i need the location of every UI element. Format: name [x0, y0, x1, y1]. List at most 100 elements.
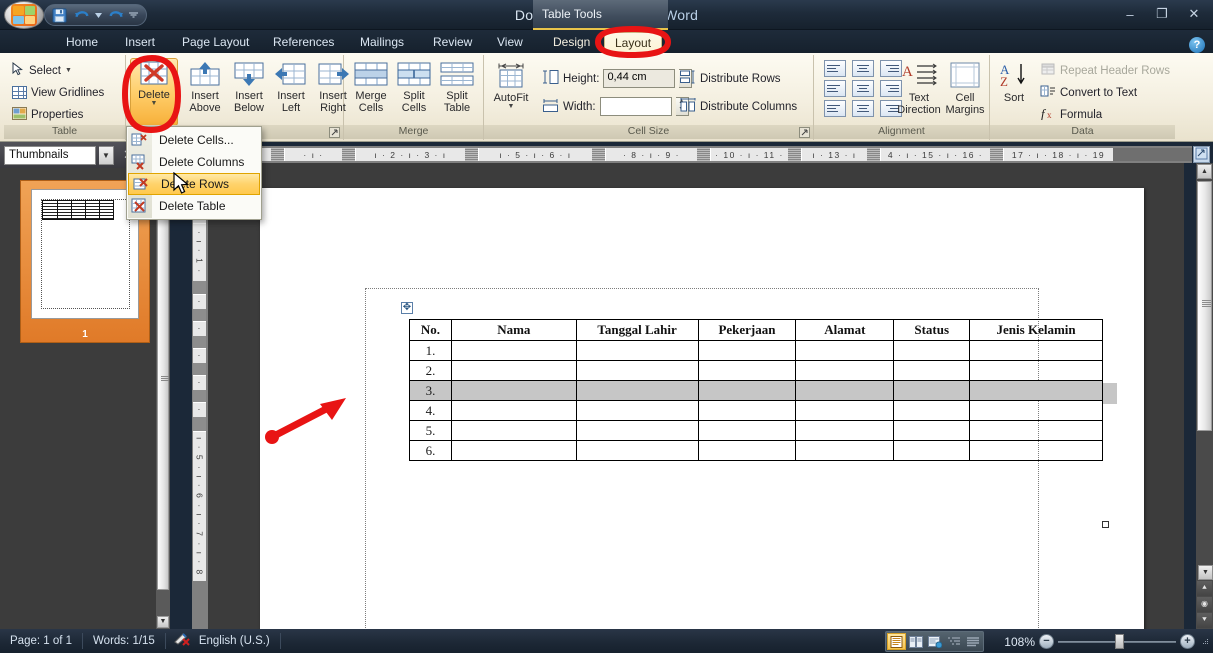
help-icon[interactable]: ?	[1189, 37, 1205, 53]
table-cell[interactable]	[450, 440, 577, 461]
split-cells-button[interactable]: Split Cells	[391, 60, 437, 114]
delete-dropdown-menu[interactable]: Delete Cells... Delete Columns Delete Ro…	[126, 126, 262, 220]
align-top-center-button[interactable]	[852, 60, 874, 77]
previous-page-button[interactable]: ⯅	[1197, 581, 1212, 596]
scrollbar-thumb[interactable]	[1197, 181, 1212, 431]
menu-item-delete-rows[interactable]: Delete Rows	[128, 173, 260, 195]
tab-stop-marker[interactable]	[867, 148, 880, 161]
zoom-slider[interactable]	[1058, 633, 1176, 649]
select-browse-object-button[interactable]: ◉	[1197, 597, 1212, 612]
table-row-selected[interactable]: 3.	[409, 380, 1103, 401]
table-cell[interactable]	[575, 420, 699, 441]
draft-icon[interactable]	[963, 633, 982, 650]
table-move-handle-icon[interactable]: ✥	[401, 302, 413, 314]
table-cell[interactable]	[697, 360, 797, 381]
table-cell[interactable]	[575, 360, 699, 381]
status-language[interactable]: English (U.S.)	[199, 633, 270, 649]
zoom-slider-handle[interactable]	[1115, 633, 1124, 649]
table-cell[interactable]	[969, 400, 1103, 421]
table-cell[interactable]	[969, 420, 1103, 441]
table-cell-no[interactable]: 3.	[409, 380, 452, 401]
delete-button[interactable]: Delete ▼	[130, 58, 178, 126]
zoom-out-button[interactable]: −	[1039, 634, 1054, 649]
table-cell[interactable]	[969, 360, 1103, 381]
table-cell[interactable]	[893, 420, 971, 441]
table-cell[interactable]	[697, 340, 797, 361]
tab-stop-marker[interactable]	[271, 148, 284, 161]
table-cell[interactable]	[893, 400, 971, 421]
table-cell[interactable]	[450, 340, 577, 361]
next-page-button[interactable]: ⯆	[1197, 613, 1212, 628]
cell-size-dialog-launcher[interactable]	[799, 127, 811, 139]
split-table-button[interactable]: Split Table	[434, 60, 480, 114]
thumbnails-pane-scrollbar[interactable]: ▼	[156, 168, 170, 629]
align-top-left-button[interactable]	[824, 60, 846, 77]
menu-item-delete-columns[interactable]: Delete Columns	[127, 151, 261, 173]
table-cell[interactable]	[575, 440, 699, 461]
table-row[interactable]: 6.	[409, 440, 1103, 461]
scroll-up-button[interactable]: ▲	[1197, 164, 1212, 179]
outline-icon[interactable]	[944, 633, 963, 650]
align-bottom-left-button[interactable]	[824, 100, 846, 117]
table-cell[interactable]	[795, 360, 895, 381]
table-cell[interactable]	[575, 340, 699, 361]
table-cell[interactable]	[450, 380, 577, 401]
text-direction-button[interactable]: A Text Direction	[896, 60, 942, 116]
table-cell[interactable]	[697, 440, 797, 461]
tab-insert[interactable]: Insert	[115, 32, 165, 53]
menu-item-delete-table[interactable]: Delete Table	[127, 195, 261, 217]
table-cell[interactable]	[893, 380, 971, 401]
menu-item-delete-cells[interactable]: Delete Cells...	[127, 129, 261, 151]
table-row[interactable]: 2.	[409, 360, 1103, 381]
status-proofing[interactable]: English (U.S.)	[166, 632, 281, 649]
document-table[interactable]: No. Nama Tanggal Lahir Pekerjaan Alamat …	[409, 319, 1103, 461]
merge-cells-button[interactable]: Merge Cells	[348, 60, 394, 114]
table-cell[interactable]	[969, 380, 1103, 401]
table-cell[interactable]	[450, 420, 577, 441]
print-layout-icon[interactable]	[887, 633, 907, 650]
minimize-button[interactable]: –	[1115, 4, 1145, 24]
distribute-rows-button[interactable]: Distribute Rows	[680, 68, 781, 89]
table-cell-no[interactable]: 2.	[409, 360, 452, 381]
document-vertical-scrollbar[interactable]: ▲ ▼ ⯅ ◉ ⯆	[1196, 163, 1213, 629]
table-cell[interactable]	[575, 400, 699, 421]
align-bottom-center-button[interactable]	[852, 100, 874, 117]
tab-review[interactable]: Review	[423, 32, 482, 53]
table-row[interactable]: 1.	[409, 340, 1103, 361]
document-page[interactable]: ✥ No. Nama Tanggal Lahir Pekerjaan Alama…	[260, 188, 1144, 629]
table-cell[interactable]	[575, 380, 699, 401]
table-cell[interactable]	[893, 340, 971, 361]
align-center-left-button[interactable]	[824, 80, 846, 97]
thumbnails-pane-selector[interactable]: Thumbnails	[4, 145, 96, 165]
tab-layout[interactable]: Layout	[604, 32, 663, 53]
insert-left-button[interactable]: Insert Left	[268, 60, 314, 114]
table-cell[interactable]	[795, 400, 895, 421]
zoom-in-button[interactable]: +	[1180, 634, 1195, 649]
sort-button[interactable]: AZ Sort	[994, 60, 1034, 104]
insert-above-button[interactable]: Insert Above	[182, 60, 228, 114]
table-cell[interactable]	[450, 400, 577, 421]
tab-stop-marker[interactable]	[788, 148, 801, 161]
table-cell[interactable]	[697, 400, 797, 421]
table-cell-no[interactable]: 6.	[409, 440, 452, 461]
tab-stop-marker[interactable]	[697, 148, 710, 161]
chevron-down-icon[interactable]: ▼	[99, 145, 114, 165]
status-word-count[interactable]: Words: 1/15	[83, 633, 166, 649]
table-row[interactable]: 4.	[409, 400, 1103, 421]
row-height-input[interactable]: 0,44 cm	[603, 69, 676, 88]
table-cell-no[interactable]: 5.	[409, 420, 452, 441]
cell-margins-button[interactable]: Cell Margins	[942, 60, 988, 116]
tab-stop-marker[interactable]	[465, 148, 478, 161]
tab-references[interactable]: References	[263, 32, 344, 53]
horizontal-ruler[interactable]: · 2 · ı · 1 · ı · ı · ı · 2 · ı · 3 · ı …	[189, 146, 1192, 163]
close-button[interactable]: ✕	[1179, 4, 1209, 24]
table-cell[interactable]	[697, 420, 797, 441]
scroll-down-button[interactable]: ▼	[157, 616, 169, 628]
table-cell[interactable]	[893, 440, 971, 461]
tab-stop-marker[interactable]	[990, 148, 1003, 161]
column-width-input[interactable]	[599, 97, 672, 116]
document-canvas[interactable]: ✥ No. Nama Tanggal Lahir Pekerjaan Alama…	[208, 163, 1184, 629]
table-cell[interactable]	[893, 360, 971, 381]
vertical-ruler[interactable]: · ı · 1 · ı · · ı · 1 · · · · · · ı · 5 …	[192, 167, 208, 629]
table-row[interactable]: 5.	[409, 420, 1103, 441]
